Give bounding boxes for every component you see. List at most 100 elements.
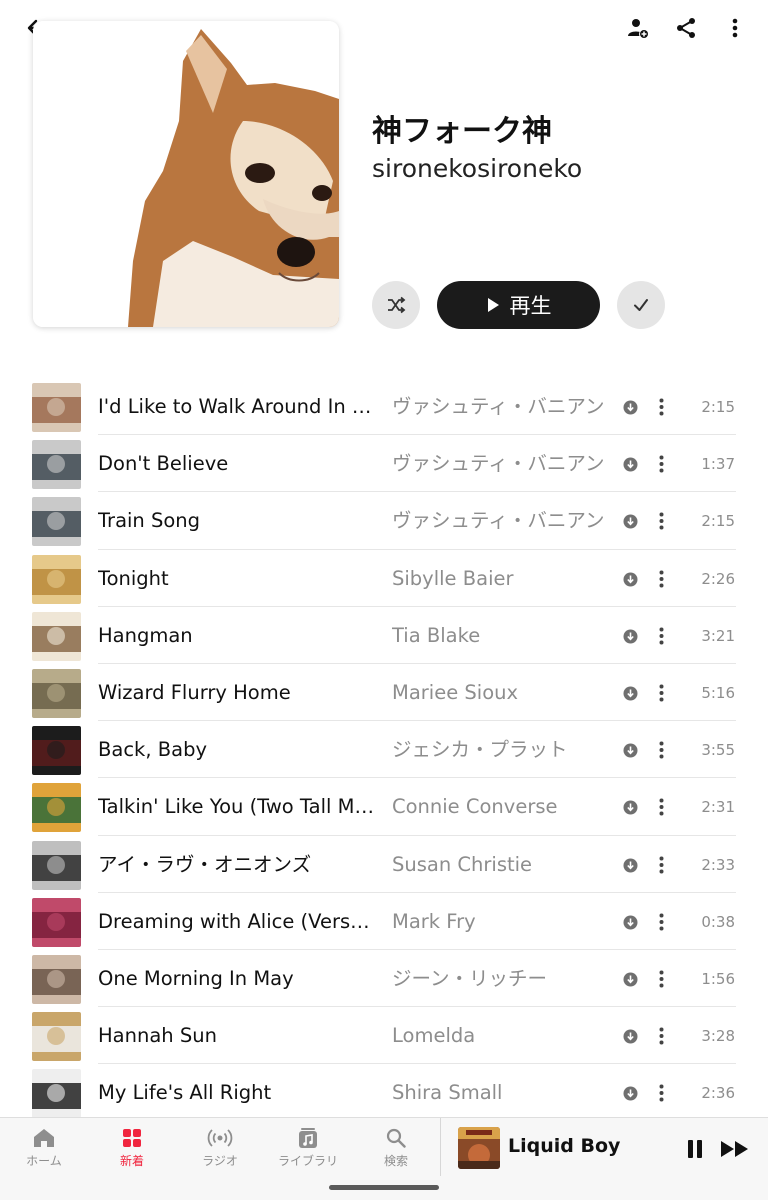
track-artist[interactable]: Mark Fry xyxy=(392,893,616,950)
track-artwork xyxy=(32,440,81,490)
next-track-button[interactable] xyxy=(718,1132,752,1166)
track-title: My Life's All Right xyxy=(98,1081,272,1105)
track-title: Hannah Sun xyxy=(98,1024,217,1048)
tab-library-label: ライブラリ xyxy=(277,1154,338,1168)
tab-home[interactable]: ホーム xyxy=(0,1128,88,1169)
radio-waves-icon xyxy=(207,1129,233,1147)
track-artist[interactable]: Shira Small xyxy=(392,1064,616,1121)
track-artist[interactable]: Sibylle Baier xyxy=(392,550,616,607)
track-title: Wizard Flurry Home xyxy=(98,680,291,704)
track-title: Dreaming with Alice (Verse 1) xyxy=(98,909,378,933)
track-duration: 2:15 xyxy=(701,398,735,416)
track-more-icon[interactable] xyxy=(653,569,669,589)
track-more-icon[interactable] xyxy=(653,1083,669,1103)
track-artist[interactable]: ジェシカ・プラット xyxy=(392,721,616,778)
tab-library[interactable]: ライブラリ xyxy=(264,1128,352,1169)
add-collaborator-icon[interactable] xyxy=(620,10,656,46)
track-more-icon[interactable] xyxy=(653,912,669,932)
track-more-icon[interactable] xyxy=(653,626,669,646)
track-artist[interactable]: Mariee Sioux xyxy=(392,664,616,721)
track-row[interactable]: Dreaming with Alice (Verse 1) Mark Fry 0:3… xyxy=(0,893,768,950)
tab-new[interactable]: 新着 xyxy=(88,1128,176,1169)
track-title: Don't Believe xyxy=(98,452,229,476)
track-row[interactable]: アイ・ラヴ・オニオンズ Susan Christie 2:33 xyxy=(0,836,768,893)
track-artwork xyxy=(32,783,81,833)
play-button[interactable]: 再生 xyxy=(437,281,600,329)
track-more-icon[interactable] xyxy=(653,683,669,703)
track-title: Train Song xyxy=(98,509,201,533)
track-row[interactable]: Train Song ヴァシュティ・バニアン 2:15 xyxy=(0,492,768,550)
track-list: I'd Like to Walk Around In Your Mind ヴァシュ… xyxy=(0,378,768,1122)
track-row[interactable]: Don't Believe ヴァシュティ・バニアン 1:37 xyxy=(0,435,768,493)
home-indicator xyxy=(329,1185,439,1190)
track-artist[interactable]: ヴァシュティ・バニアン xyxy=(392,435,616,492)
track-artist[interactable]: Tia Blake xyxy=(392,607,616,664)
track-artwork xyxy=(32,668,81,718)
downloaded-icon xyxy=(623,915,638,930)
track-more-icon[interactable] xyxy=(653,511,669,531)
track-artist[interactable]: ヴァシュティ・バニアン xyxy=(392,378,616,435)
play-button-label: 再生 xyxy=(509,294,552,318)
track-artist[interactable]: Susan Christie xyxy=(392,836,616,893)
pause-icon xyxy=(688,1140,702,1158)
downloaded-icon xyxy=(623,1086,638,1101)
downloaded-icon xyxy=(623,800,638,815)
downloaded-icon xyxy=(623,1029,638,1044)
playlist-owner[interactable]: sironekosironeko xyxy=(372,154,582,183)
track-row[interactable]: Wizard Flurry Home Mariee Sioux 5:16 xyxy=(0,664,768,722)
track-row[interactable]: I'd Like to Walk Around In Your Mind ヴァシュ… xyxy=(0,378,768,436)
track-artwork xyxy=(32,383,81,432)
tab-search-label: 検索 xyxy=(383,1154,408,1168)
track-more-icon[interactable] xyxy=(653,740,669,760)
track-row[interactable]: One Morning In May ジーン・リッチー 1:56 xyxy=(0,950,768,1008)
track-more-icon[interactable] xyxy=(653,1026,669,1046)
track-duration: 3:28 xyxy=(701,1027,735,1046)
track-artist[interactable]: Lomelda xyxy=(392,1007,616,1064)
track-duration: 2:33 xyxy=(701,855,735,874)
playlist-title: 神フォーク神 xyxy=(372,114,552,149)
track-row[interactable]: Back, Baby ジェシカ・プラット 3:55 xyxy=(0,721,768,779)
grid-icon xyxy=(123,1129,141,1147)
track-artwork xyxy=(32,954,81,1004)
added-to-library-button[interactable] xyxy=(617,281,665,329)
pause-button[interactable] xyxy=(678,1132,712,1166)
track-artist[interactable]: Connie Converse xyxy=(392,778,616,835)
shuffle-button[interactable] xyxy=(372,281,420,329)
track-title: I'd Like to Walk Around In Your Mind xyxy=(98,395,378,418)
track-row[interactable]: Tonight Sibylle Baier 2:26 xyxy=(0,550,768,607)
track-row[interactable]: Talkin' Like You (Two Tall Mountains) Con… xyxy=(0,778,768,836)
track-artwork xyxy=(32,726,81,776)
now-playing-title[interactable]: Liquid Boy xyxy=(508,1135,620,1157)
track-duration: 3:55 xyxy=(701,741,735,760)
track-duration: 2:36 xyxy=(701,1084,735,1103)
magnifier-icon xyxy=(386,1128,406,1148)
track-more-icon[interactable] xyxy=(653,397,669,417)
track-duration: 1:37 xyxy=(701,455,735,474)
track-more-icon[interactable] xyxy=(653,855,669,875)
track-artist[interactable]: ヴァシュティ・バニアン xyxy=(392,492,616,549)
downloaded-icon xyxy=(623,457,638,472)
track-more-icon[interactable] xyxy=(653,797,669,817)
now-playing-artwork[interactable] xyxy=(458,1127,500,1169)
fast-forward-icon xyxy=(721,1141,748,1157)
downloaded-icon xyxy=(623,858,638,873)
track-artwork xyxy=(32,840,81,890)
downloaded-icon xyxy=(623,572,638,587)
track-row[interactable]: Hannah Sun Lomelda 3:28 xyxy=(0,1007,768,1065)
track-duration: 2:26 xyxy=(701,569,735,588)
tab-radio[interactable]: ラジオ xyxy=(176,1128,264,1169)
track-more-icon[interactable] xyxy=(653,454,669,474)
tab-radio-label: ラジオ xyxy=(202,1154,238,1168)
downloaded-icon xyxy=(623,686,638,701)
track-artwork xyxy=(32,497,81,547)
more-options-icon[interactable] xyxy=(717,10,753,46)
share-icon[interactable] xyxy=(668,10,704,46)
track-more-icon[interactable] xyxy=(653,969,669,989)
track-title: One Morning In May xyxy=(98,966,294,990)
tab-search[interactable]: 検索 xyxy=(352,1128,440,1169)
track-artist[interactable]: ジーン・リッチー xyxy=(392,950,616,1007)
track-row[interactable]: Hangman Tia Blake 3:21 xyxy=(0,607,768,664)
house-icon xyxy=(34,1129,54,1147)
checkmark-icon xyxy=(634,299,648,311)
track-row[interactable]: My Life's All Right Shira Small 2:36 xyxy=(0,1064,768,1122)
